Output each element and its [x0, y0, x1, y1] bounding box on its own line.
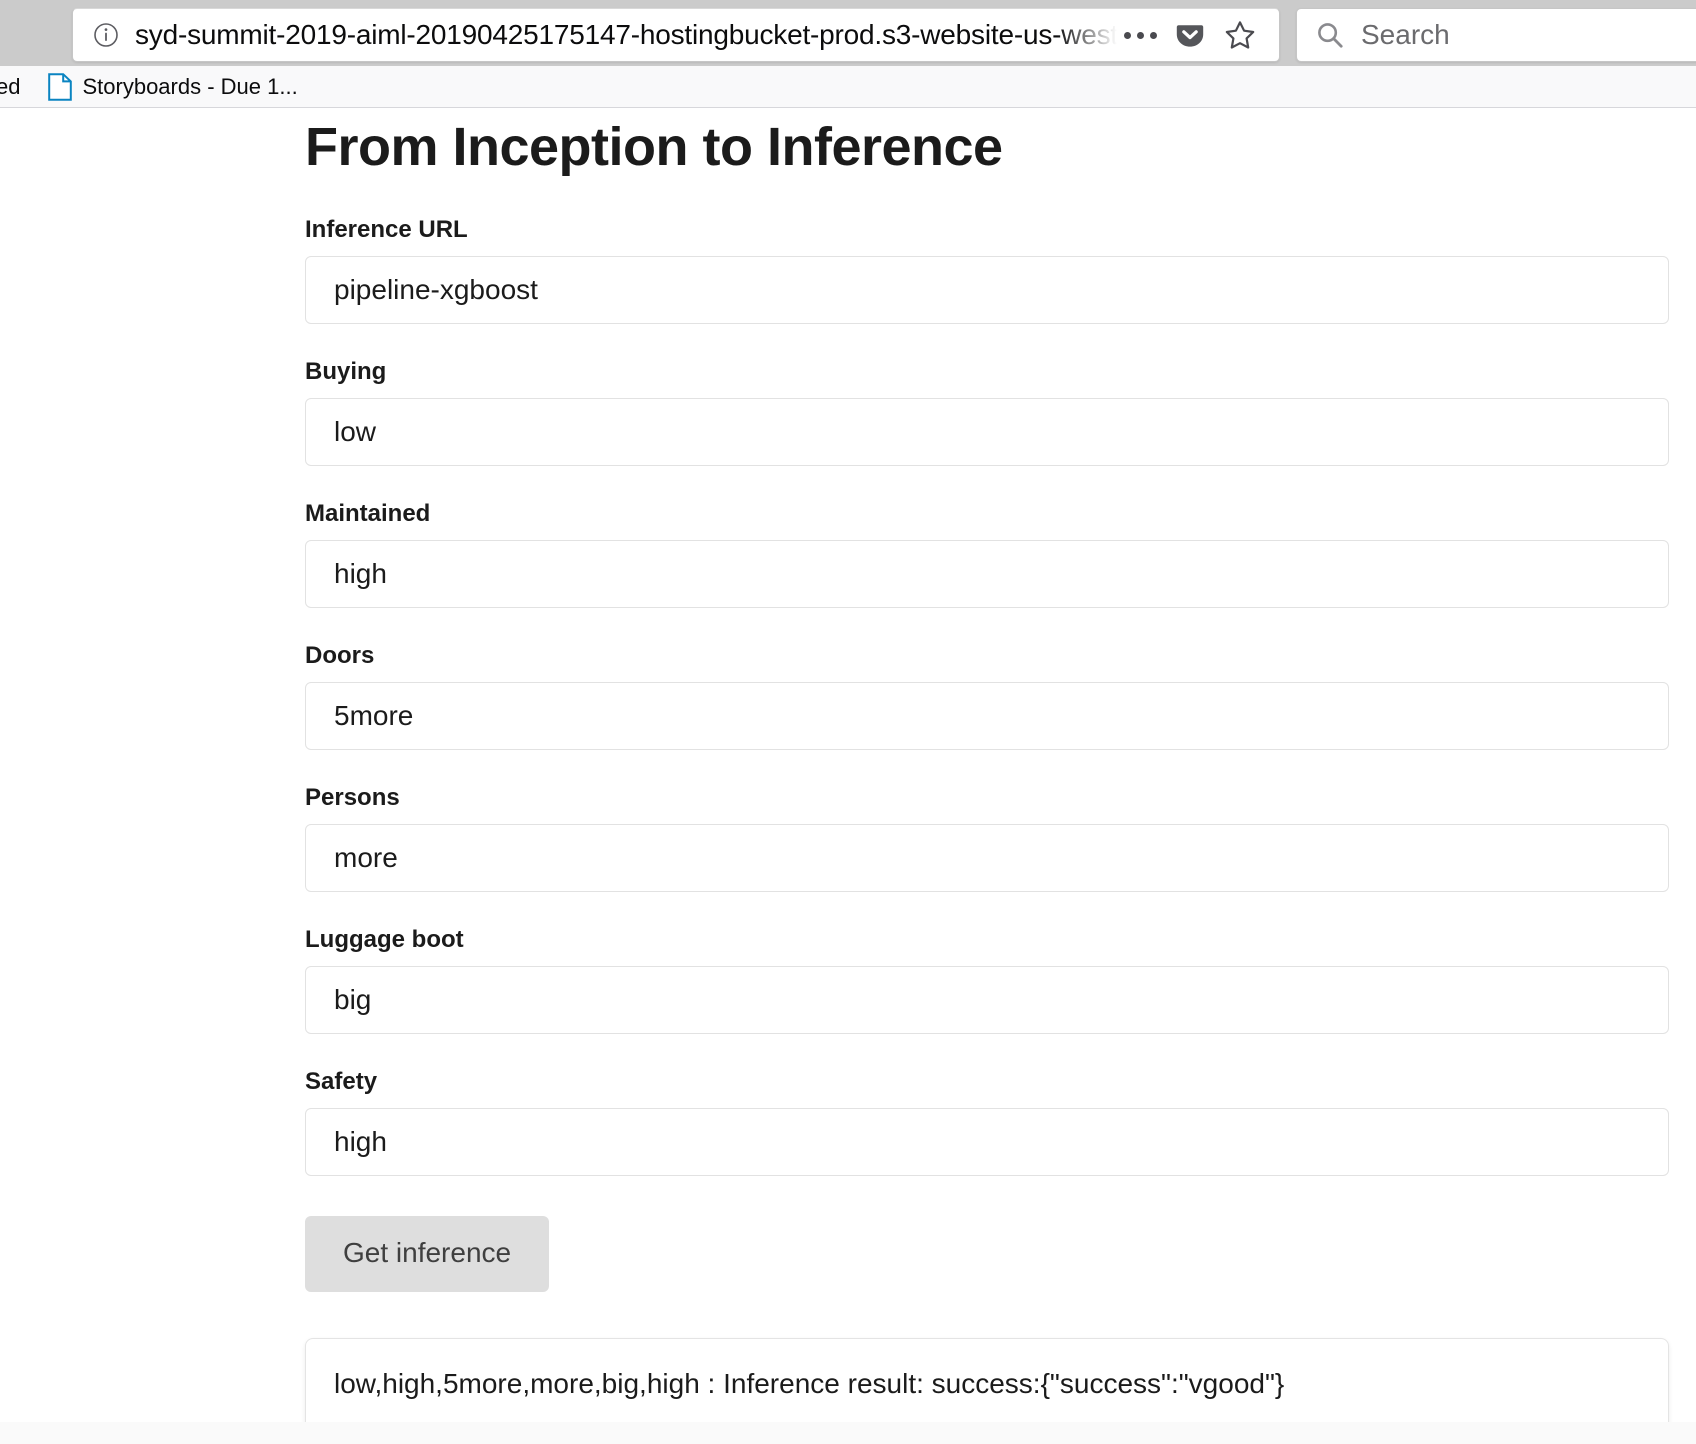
label-inference-url: Inference URL — [305, 216, 468, 243]
input-luggage-boot[interactable]: big — [305, 966, 1669, 1034]
field-group-inference-url: Inference URL pipeline-xgboost — [305, 216, 1669, 324]
input-doors[interactable]: 5more — [305, 682, 1669, 750]
label-buying: Buying — [305, 358, 387, 385]
field-group-maintained: Maintained high — [305, 500, 1669, 608]
document-icon — [48, 72, 73, 101]
search-input[interactable]: Search — [1361, 19, 1450, 51]
field-group-buying: Buying low — [305, 358, 1669, 466]
bookmark-item-label: Storyboards - Due 1... — [82, 73, 298, 99]
info-circle-icon[interactable] — [93, 22, 119, 48]
address-bar-actions — [1117, 12, 1279, 58]
submit-row: Get inference — [305, 1216, 1669, 1292]
inference-result-box: low,high,5more,more,big,high : Inference… — [305, 1338, 1669, 1430]
bookmarks-toolbar: ed Storyboards - Due 1... — [0, 66, 1696, 108]
address-bar[interactable]: syd-summit-2019-aiml-20190425175147-host… — [72, 8, 1280, 62]
field-group-safety: Safety high — [305, 1068, 1669, 1176]
label-luggage-boot: Luggage boot — [305, 926, 464, 953]
page-bottom-band — [0, 1422, 1696, 1444]
pocket-icon[interactable] — [1167, 12, 1213, 58]
field-group-persons: Persons more — [305, 784, 1669, 892]
search-icon — [1315, 20, 1345, 50]
input-persons[interactable]: more — [305, 824, 1669, 892]
field-group-luggage-boot: Luggage boot big — [305, 926, 1669, 1034]
input-inference-url[interactable]: pipeline-xgboost — [305, 256, 1669, 324]
ellipsis-icon[interactable] — [1117, 12, 1163, 58]
field-group-doors: Doors 5more — [305, 642, 1669, 750]
label-safety: Safety — [305, 1068, 378, 1095]
input-safety[interactable]: high — [305, 1108, 1669, 1176]
form-container: From Inception to Inference Inference UR… — [305, 108, 1669, 1430]
star-icon[interactable] — [1217, 12, 1263, 58]
get-inference-button[interactable]: Get inference — [305, 1216, 550, 1292]
search-bar[interactable]: Search — [1296, 8, 1696, 62]
input-buying[interactable]: low — [305, 398, 1669, 466]
input-maintained[interactable]: high — [305, 540, 1669, 608]
label-maintained: Maintained — [305, 500, 431, 527]
page-body: From Inception to Inference Inference UR… — [0, 108, 1696, 1444]
bookmark-item-truncated[interactable]: ed — [0, 74, 20, 100]
bookmark-item-storyboards[interactable]: Storyboards - Due 1... — [48, 72, 298, 101]
address-bar-url[interactable]: syd-summit-2019-aiml-20190425175147-host… — [135, 19, 1117, 51]
label-doors: Doors — [305, 642, 375, 669]
page-title: From Inception to Inference — [305, 117, 1003, 177]
label-persons: Persons — [305, 784, 400, 811]
browser-chrome: syd-summit-2019-aiml-20190425175147-host… — [0, 0, 1696, 108]
